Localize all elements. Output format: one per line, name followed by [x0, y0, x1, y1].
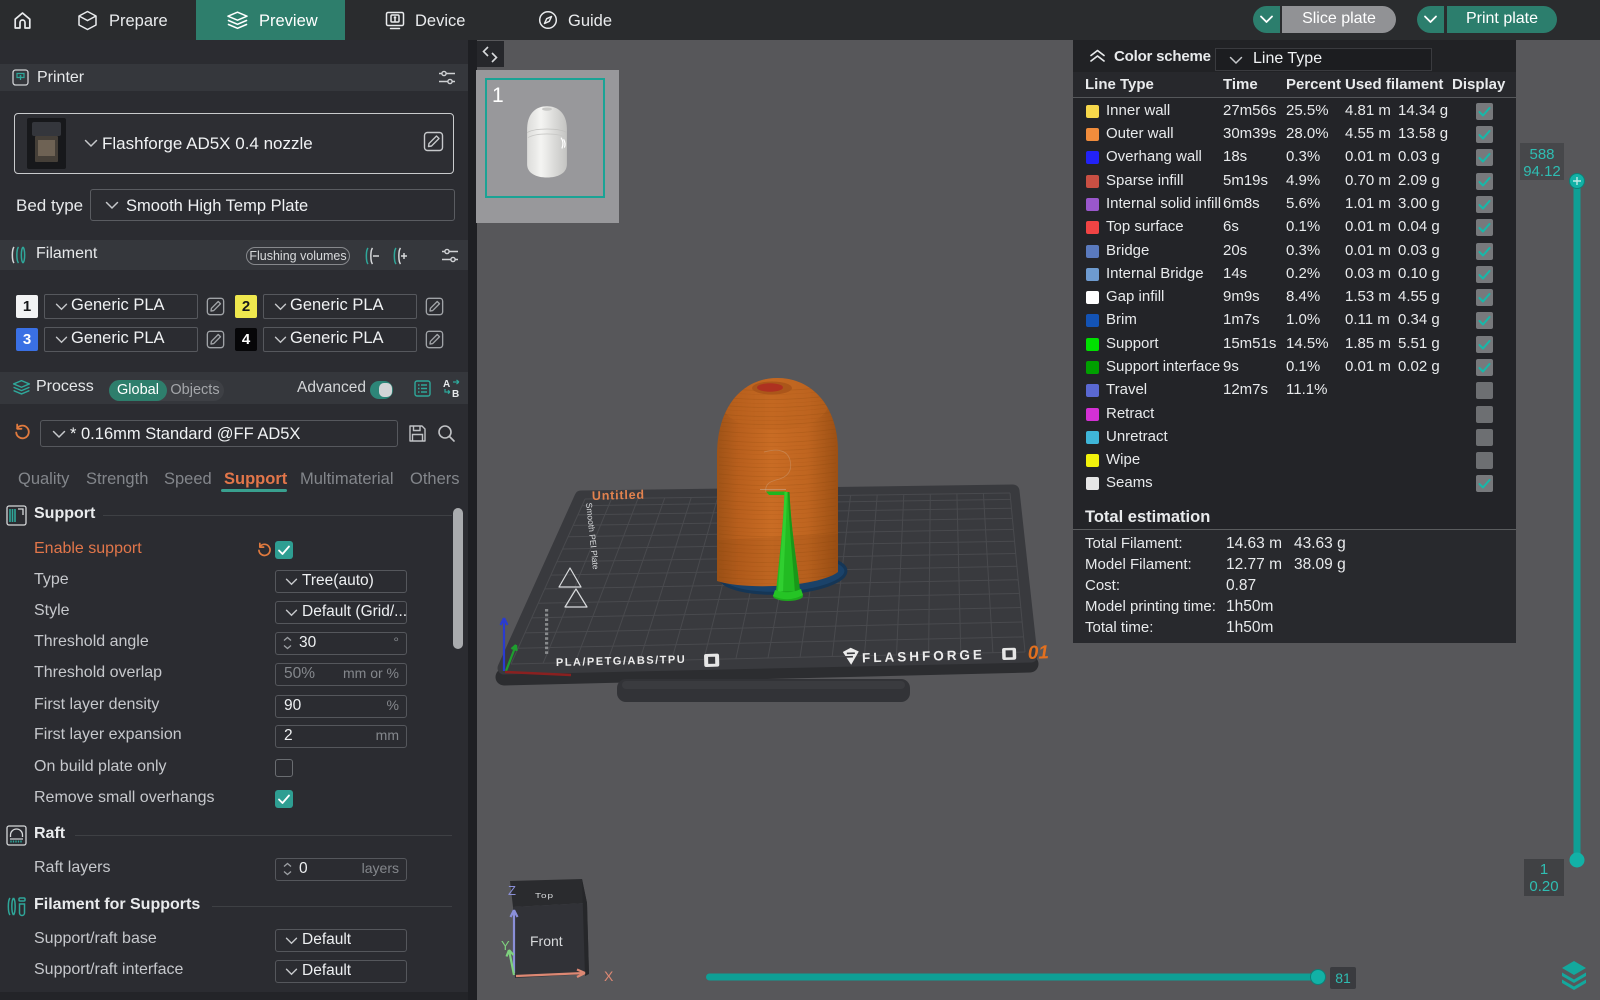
svg-text:81: 81: [1335, 970, 1351, 986]
svg-text:1: 1: [1540, 861, 1548, 878]
svg-text:94.12: 94.12: [1523, 163, 1561, 180]
svg-text:Z: Z: [508, 883, 516, 898]
svg-text:Untitled: Untitled: [592, 488, 645, 503]
svg-text:Front: Front: [530, 933, 563, 949]
svg-text:Top: Top: [535, 891, 554, 899]
svg-text:588: 588: [1529, 146, 1554, 163]
svg-text:01: 01: [1027, 642, 1049, 664]
svg-text:X: X: [604, 968, 614, 984]
svg-text:0.20: 0.20: [1529, 878, 1558, 895]
